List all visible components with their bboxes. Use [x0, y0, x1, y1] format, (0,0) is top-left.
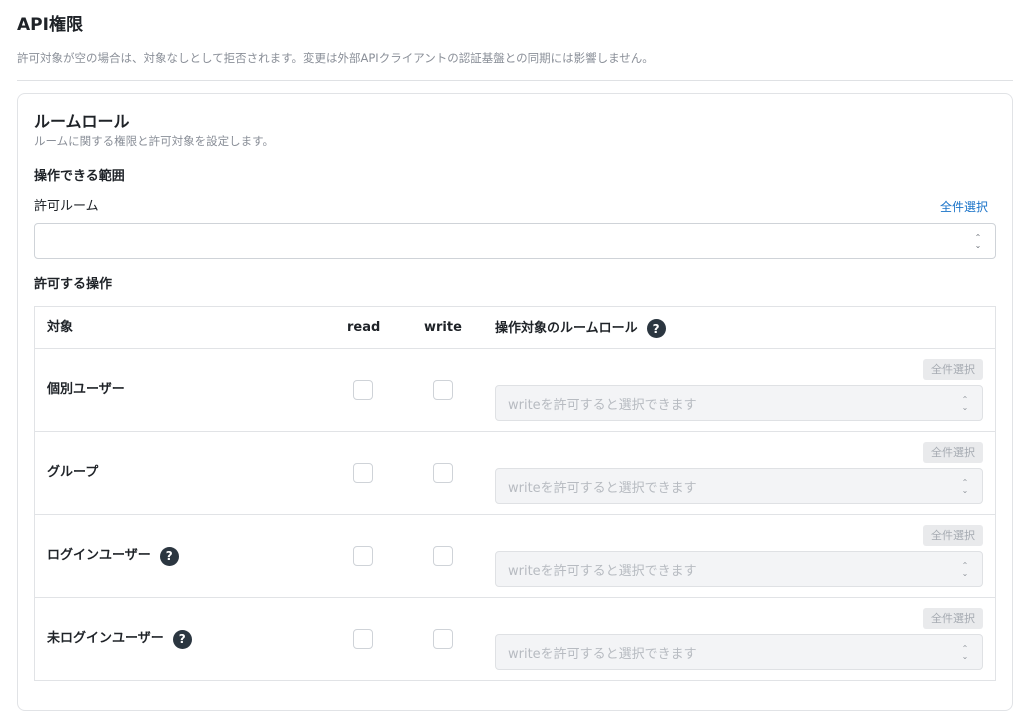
row-label-anonymous-user: 未ログインユーザー ? [47, 629, 192, 649]
help-circle-icon[interactable]: ? [646, 319, 666, 338]
row-label-logged-in-user: ログインユーザー ? [47, 546, 179, 566]
scope-section-label: 操作できる範囲 [34, 169, 125, 184]
role-select-placeholder: writeを許可すると選択できます [508, 563, 697, 579]
header-role: 操作対象のルームロール ? [495, 319, 666, 338]
role-select[interactable]: writeを許可すると選択できます ⌃ ⌄ [495, 551, 983, 587]
page-description: 許可対象が空の場合は、対象なしとして拒否されます。変更は外部APIクライアントの… [17, 51, 654, 65]
row-label-text: 未ログインユーザー [47, 631, 164, 646]
help-circle-icon[interactable]: ? [159, 546, 179, 566]
write-checkbox[interactable] [433, 546, 453, 566]
table-row: 個別ユーザー 全件選択 writeを許可すると選択できます ⌃ ⌄ [35, 349, 995, 432]
room-select-all-button[interactable]: 全件選択 [940, 199, 988, 215]
role-select-all-button[interactable]: 全件選択 [923, 442, 983, 463]
role-select-placeholder: writeを許可すると選択できます [508, 397, 697, 413]
room-role-card: ルームロール ルームに関する権限と許可対象を設定します。 操作できる範囲 許可ル… [17, 93, 1013, 711]
role-select-all-button[interactable]: 全件選択 [923, 359, 983, 380]
write-checkbox[interactable] [433, 380, 453, 400]
card-title: ルームロール [34, 112, 130, 131]
page-title: API権限 [17, 15, 83, 35]
ops-section-label: 許可する操作 [34, 277, 113, 292]
table-row: 未ログインユーザー ? 全件選択 writeを許可すると選択できます ⌃ ⌄ [35, 598, 995, 681]
table-row: グループ 全件選択 writeを許可すると選択できます ⌃ ⌄ [35, 432, 995, 515]
chevron-up-down-icon: ⌃ ⌄ [961, 477, 969, 495]
chevron-up-down-icon: ⌃ ⌄ [961, 643, 969, 661]
role-select-all-button[interactable]: 全件選択 [923, 525, 983, 546]
write-checkbox[interactable] [433, 629, 453, 649]
read-checkbox[interactable] [353, 463, 373, 483]
role-select[interactable]: writeを許可すると選択できます ⌃ ⌄ [495, 385, 983, 421]
role-select-all-button[interactable]: 全件選択 [923, 608, 983, 629]
row-label-individual-user: 個別ユーザー [47, 380, 125, 400]
row-label-group: グループ [47, 463, 98, 483]
table-row: ログインユーザー ? 全件選択 writeを許可すると選択できます ⌃ ⌄ [35, 515, 995, 598]
row-label-text: グループ [47, 465, 99, 480]
table-header: 対象 read write 操作対象のルームロール ? [35, 307, 995, 349]
card-description: ルームに関する権限と許可対象を設定します。 [34, 134, 275, 148]
room-field-label: 許可ルーム [34, 199, 99, 214]
row-label-text: 個別ユーザー [47, 382, 125, 397]
header-role-label: 操作対象のルームロール [495, 320, 638, 336]
read-checkbox[interactable] [353, 546, 373, 566]
read-checkbox[interactable] [353, 380, 373, 400]
header-read: read [347, 320, 381, 335]
header-target: 対象 [47, 320, 74, 335]
chevron-up-down-icon: ⌃ ⌄ [961, 560, 969, 578]
room-select[interactable]: ⌃ ⌄ [34, 223, 996, 259]
help-circle-icon[interactable]: ? [172, 629, 192, 649]
chevron-up-down-icon: ⌃ ⌄ [974, 232, 982, 250]
header-divider [17, 80, 1013, 81]
api-permissions-page: API権限 許可対象が空の場合は、対象なしとして拒否されます。変更は外部APIク… [0, 0, 1026, 715]
read-checkbox[interactable] [353, 629, 373, 649]
role-select-placeholder: writeを許可すると選択できます [508, 646, 697, 662]
role-select[interactable]: writeを許可すると選択できます ⌃ ⌄ [495, 634, 983, 670]
write-checkbox[interactable] [433, 463, 453, 483]
header-write: write [424, 320, 462, 335]
chevron-up-down-icon: ⌃ ⌄ [961, 394, 969, 412]
row-label-text: ログインユーザー [47, 548, 151, 563]
permissions-table: 対象 read write 操作対象のルームロール ? 個別ユーザー 全件選択 … [34, 306, 996, 681]
role-select[interactable]: writeを許可すると選択できます ⌃ ⌄ [495, 468, 983, 504]
role-select-placeholder: writeを許可すると選択できます [508, 480, 697, 496]
